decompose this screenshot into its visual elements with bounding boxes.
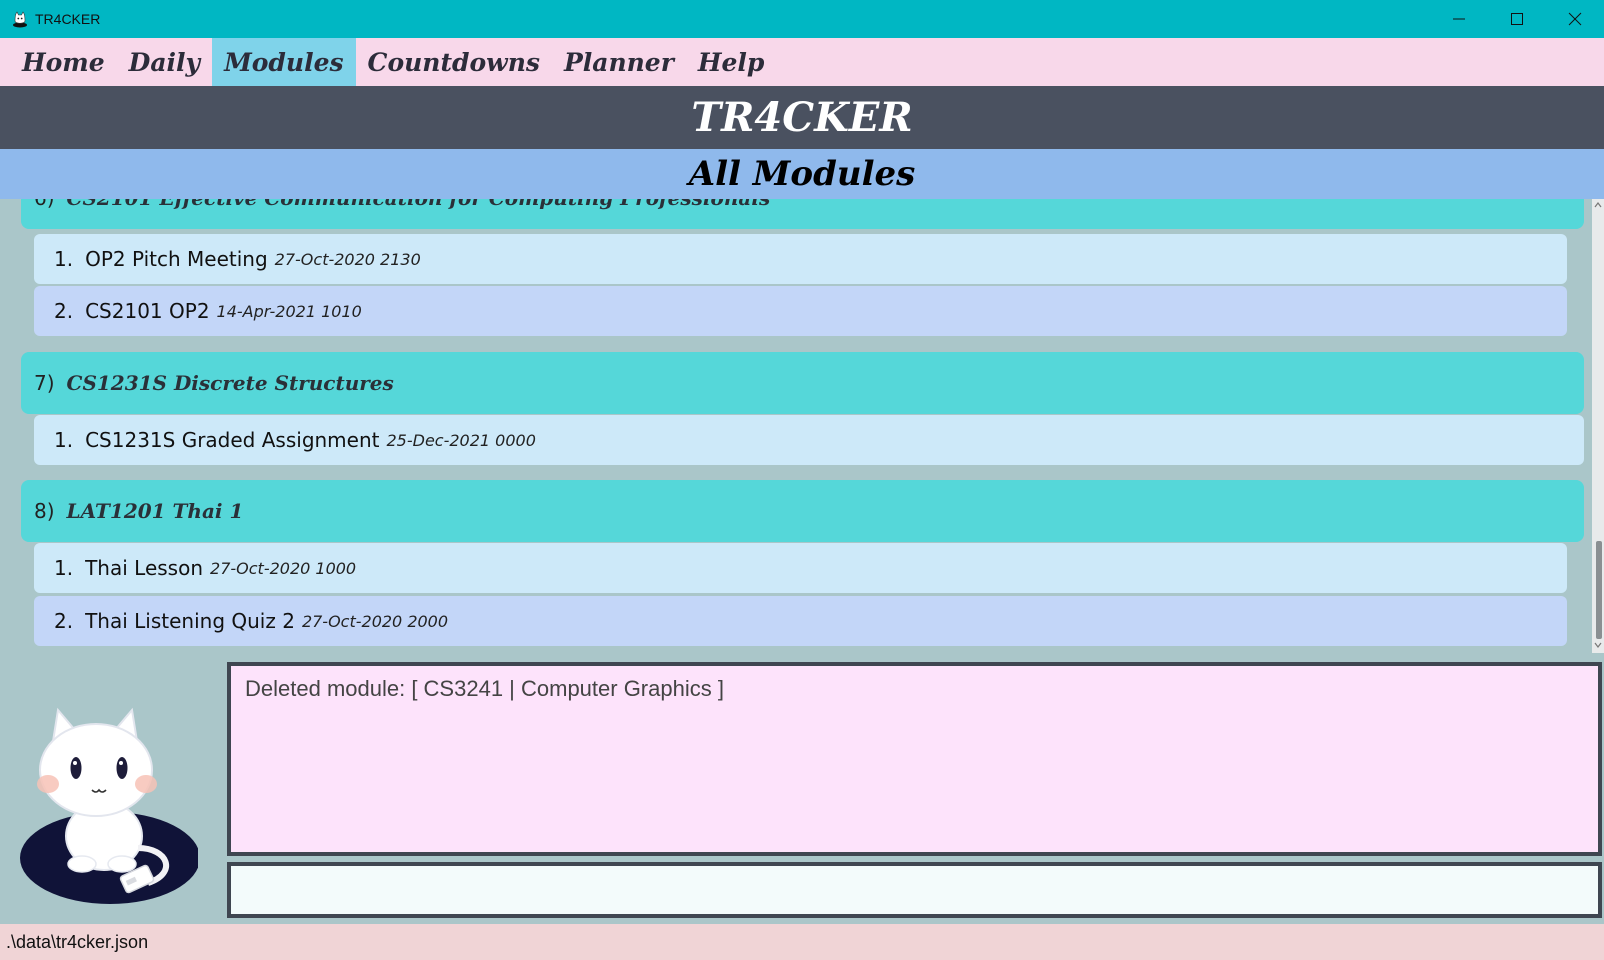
app-header: TR4CKER [0, 86, 1604, 149]
status-bar: .\data\tr4cker.json [0, 924, 1604, 960]
cat-app-icon [13, 11, 27, 28]
module-index: 8) [34, 499, 55, 523]
task-date: 27-Oct-2020 2000 [301, 611, 449, 631]
result-display: Deleted module: [ CS3241 | Computer Grap… [227, 662, 1602, 856]
minimize-button[interactable] [1430, 0, 1488, 38]
module-name: CS2101 Effective Communication for Compu… [67, 199, 771, 210]
maximize-icon [1511, 13, 1523, 25]
task-name: Thai Lesson [85, 556, 204, 580]
scroll-down-icon[interactable] [1594, 641, 1602, 649]
scrollbar-thumb[interactable] [1596, 541, 1602, 639]
task-row[interactable]: 1. CS1231S Graded Assignment 25-Dec-2021… [34, 415, 1584, 465]
module-card[interactable]: 7) CS1231S Discrete Structures [21, 352, 1584, 414]
module-index: 7) [34, 371, 55, 395]
task-row[interactable]: 1. Thai Lesson 27-Oct-2020 1000 [34, 543, 1567, 593]
module-index: 6) [34, 199, 55, 210]
task-index: 2. [54, 609, 74, 633]
menu-modules[interactable]: Modules [212, 38, 356, 86]
cat-mascot-illustration [20, 707, 198, 904]
task-name: CS2101 OP2 [85, 299, 210, 323]
task-row[interactable]: 2. CS2101 OP2 14-Apr-2021 1010 [34, 286, 1567, 336]
task-index: 1. [54, 247, 74, 271]
title-bar: TR4CKER [0, 0, 1604, 38]
module-card[interactable]: 6) CS2101 Effective Communication for Co… [21, 199, 1584, 229]
task-date: 27-Oct-2020 2130 [274, 249, 421, 269]
menu-daily[interactable]: Daily [117, 38, 212, 86]
close-button[interactable] [1546, 0, 1604, 38]
task-row[interactable]: 2. Thai Listening Quiz 2 27-Oct-2020 200… [34, 596, 1567, 646]
command-box[interactable] [227, 862, 1602, 918]
minimize-icon [1453, 18, 1465, 20]
task-row[interactable]: 1. OP2 Pitch Meeting 27-Oct-2020 2130 [34, 234, 1567, 284]
task-index: 2. [54, 299, 74, 323]
module-card[interactable]: 8) LAT1201 Thai 1 [21, 480, 1584, 542]
task-name: OP2 Pitch Meeting [85, 247, 268, 271]
menu-help[interactable]: Help [686, 38, 777, 86]
command-input[interactable] [231, 866, 1598, 914]
task-index: 1. [54, 556, 74, 580]
menu-countdowns[interactable]: Countdowns [356, 38, 552, 86]
module-name: CS1231S Discrete Structures [66, 371, 394, 395]
maximize-button[interactable] [1488, 0, 1546, 38]
window-title: TR4CKER [35, 11, 101, 27]
result-message: Deleted module: [ CS3241 | Computer Grap… [245, 676, 724, 701]
task-name: Thai Listening Quiz 2 [85, 609, 295, 633]
task-name: CS1231S Graded Assignment [85, 428, 380, 452]
menu-home[interactable]: Home [10, 38, 117, 86]
task-date: 27-Oct-2020 1000 [210, 558, 357, 578]
menu-planner[interactable]: Planner [552, 38, 686, 86]
task-date: 14-Apr-2021 1010 [216, 301, 362, 321]
task-index: 1. [54, 428, 74, 452]
menu-bar: Home Daily Modules Countdowns Planner He… [0, 38, 1604, 86]
page-title: All Modules [0, 149, 1604, 199]
module-name: LAT1201 Thai 1 [66, 499, 244, 523]
window-controls [1430, 0, 1604, 38]
data-file-path: .\data\tr4cker.json [6, 931, 149, 952]
scroll-up-icon[interactable] [1594, 201, 1602, 209]
close-icon [1568, 12, 1582, 26]
module-list[interactable]: 6) CS2101 Effective Communication for Co… [0, 199, 1592, 649]
task-date: 25-Dec-2021 0000 [386, 430, 536, 450]
